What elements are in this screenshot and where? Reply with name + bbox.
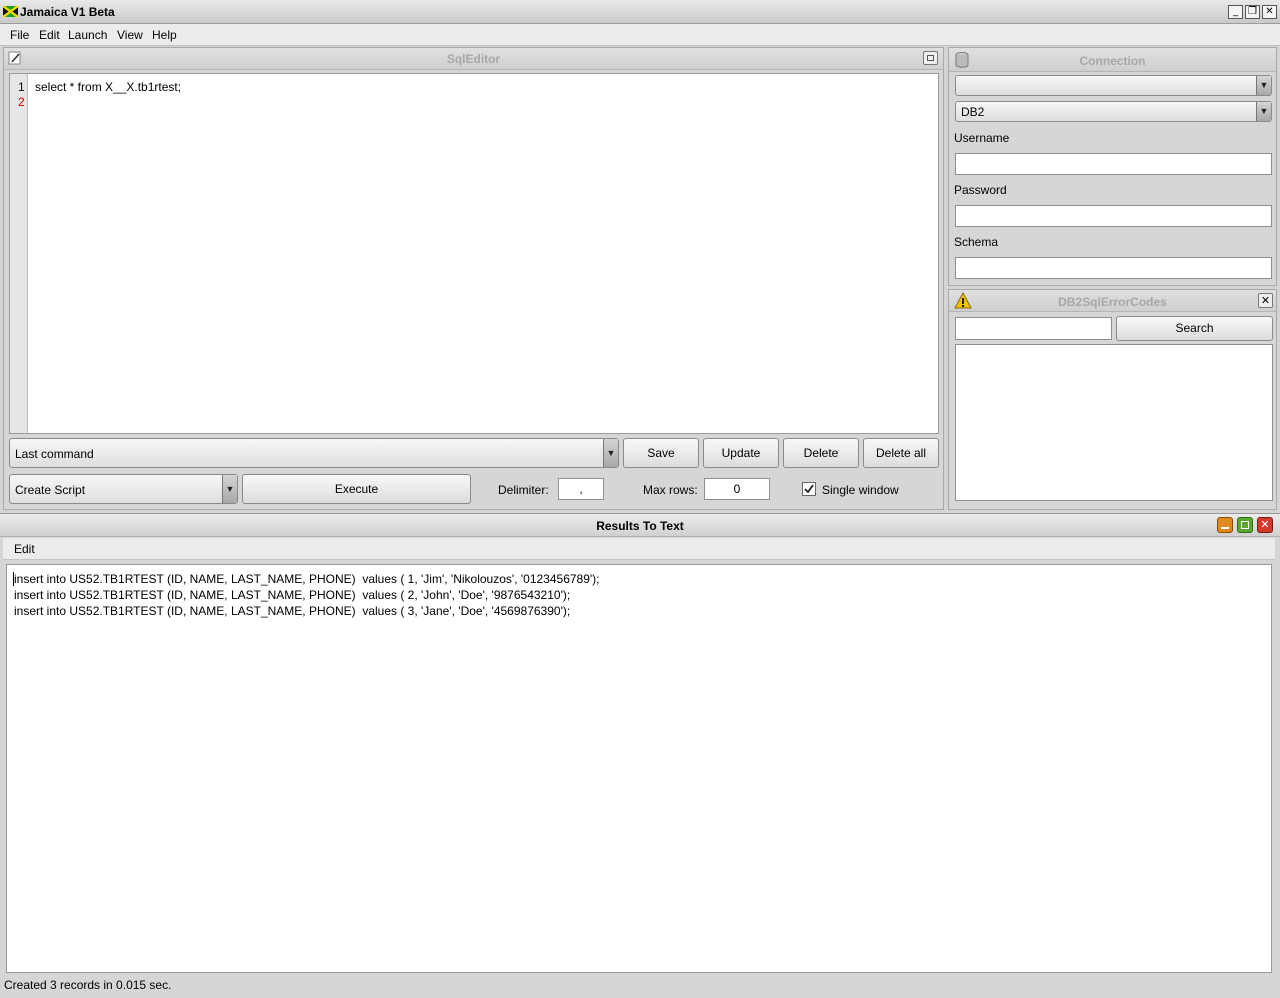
restore-window-button[interactable]: ❐ — [1245, 5, 1260, 19]
jamaica-flag-icon — [3, 6, 18, 17]
create-script-value: Create Script — [15, 483, 86, 497]
password-field[interactable] — [955, 205, 1272, 227]
close-panel-icon[interactable]: ✕ — [1258, 293, 1273, 308]
error-codes-panel: DB2SqlErrorCodes ✕ Search — [948, 289, 1277, 510]
search-button[interactable]: Search — [1116, 316, 1273, 341]
results-title-bar: Results To Text ✕ — [0, 514, 1280, 537]
error-codes-title: DB2SqlErrorCodes — [1058, 295, 1167, 309]
error-codes-header: DB2SqlErrorCodes ✕ — [949, 290, 1276, 312]
chevron-down-icon[interactable]: ▼ — [1256, 76, 1271, 95]
create-script-combo[interactable]: Create Script ▼ — [9, 474, 238, 504]
close-results-button[interactable]: ✕ — [1257, 517, 1273, 533]
update-button[interactable]: Update — [703, 438, 779, 468]
delete-button[interactable]: Delete — [783, 438, 859, 468]
close-window-button[interactable]: ✕ — [1262, 5, 1277, 19]
chevron-down-icon[interactable]: ▼ — [1256, 102, 1271, 121]
sql-code-line: select * from X__X.tb1rtest; — [35, 80, 182, 94]
results-text-area[interactable]: insert into US52.TB1RTEST (ID, NAME, LAS… — [6, 564, 1272, 973]
sql-editor-header: SqlEditor — [4, 48, 943, 70]
menu-help[interactable]: Help — [152, 28, 177, 42]
line-number-gutter: 1 2 — [10, 74, 28, 433]
window-title: Jamaica V1 Beta — [20, 5, 115, 19]
schema-label: Schema — [954, 235, 999, 249]
connection-panel: Connection ▼ DB2 ▼ Username Password Sch… — [948, 47, 1277, 286]
line-number: 2 — [18, 95, 25, 109]
delimiter-label: Delimiter: — [498, 483, 549, 497]
minimize-results-button[interactable] — [1217, 517, 1233, 533]
save-button[interactable]: Save — [623, 438, 699, 468]
sql-editor-panel: SqlEditor 1 2 select * from X__X.tb1rtes… — [3, 47, 944, 510]
results-menu-bar: Edit — [3, 538, 1275, 560]
delete-all-button[interactable]: Delete all — [863, 438, 939, 468]
last-command-value: Last command — [15, 447, 94, 461]
chevron-down-icon[interactable]: ▼ — [603, 439, 618, 467]
database-type-value: DB2 — [961, 105, 985, 119]
max-rows-label: Max rows: — [643, 483, 698, 497]
menu-file[interactable]: File — [10, 28, 29, 42]
result-line: insert into US52.TB1RTEST (ID, NAME, LAS… — [14, 604, 571, 618]
error-code-search-input[interactable] — [955, 317, 1112, 340]
title-bar: Jamaica V1 Beta _ ❐ ✕ — [0, 0, 1280, 24]
sql-editor-title: SqlEditor — [446, 52, 501, 66]
connection-title: Connection — [1079, 54, 1146, 68]
result-line: insert into US52.TB1RTEST (ID, NAME, LAS… — [14, 588, 571, 602]
menu-edit[interactable]: Edit — [39, 28, 60, 42]
schema-field[interactable] — [955, 257, 1272, 279]
single-window-checkbox[interactable] — [802, 482, 816, 496]
error-code-results-area[interactable] — [955, 344, 1273, 501]
delimiter-input[interactable]: , — [558, 478, 604, 500]
menu-view[interactable]: View — [117, 28, 143, 42]
chevron-down-icon[interactable]: ▼ — [222, 475, 237, 503]
sql-editor-area[interactable]: 1 2 select * from X__X.tb1rtest; — [9, 73, 939, 434]
execute-button[interactable]: Execute — [242, 474, 471, 504]
results-title: Results To Text — [596, 519, 684, 533]
menu-launch[interactable]: Launch — [68, 28, 107, 42]
status-text: Created 3 records in 0.015 sec. — [4, 978, 172, 992]
maximize-panel-icon[interactable] — [923, 51, 938, 65]
username-label: Username — [954, 131, 1010, 145]
results-menu-edit[interactable]: Edit — [14, 542, 35, 556]
database-type-combo[interactable]: DB2 ▼ — [955, 101, 1272, 122]
results-window: Results To Text ✕ Edit insert into US52.… — [0, 513, 1280, 998]
connection-header: Connection — [949, 48, 1276, 72]
connection-profile-combo[interactable]: ▼ — [955, 75, 1272, 96]
menu-bar: File Edit Launch View Help — [0, 24, 1280, 46]
line-number: 1 — [18, 80, 25, 94]
minimize-window-button[interactable]: _ — [1228, 5, 1243, 19]
password-label: Password — [954, 183, 1007, 197]
max-rows-input[interactable]: 0 — [704, 478, 770, 500]
result-line: insert into US52.TB1RTEST (ID, NAME, LAS… — [14, 572, 600, 586]
checkmark-icon — [804, 484, 814, 494]
last-command-combo[interactable]: Last command ▼ — [9, 438, 619, 468]
maximize-results-button[interactable] — [1237, 517, 1253, 533]
single-window-label: Single window — [822, 483, 899, 497]
username-field[interactable] — [955, 153, 1272, 175]
